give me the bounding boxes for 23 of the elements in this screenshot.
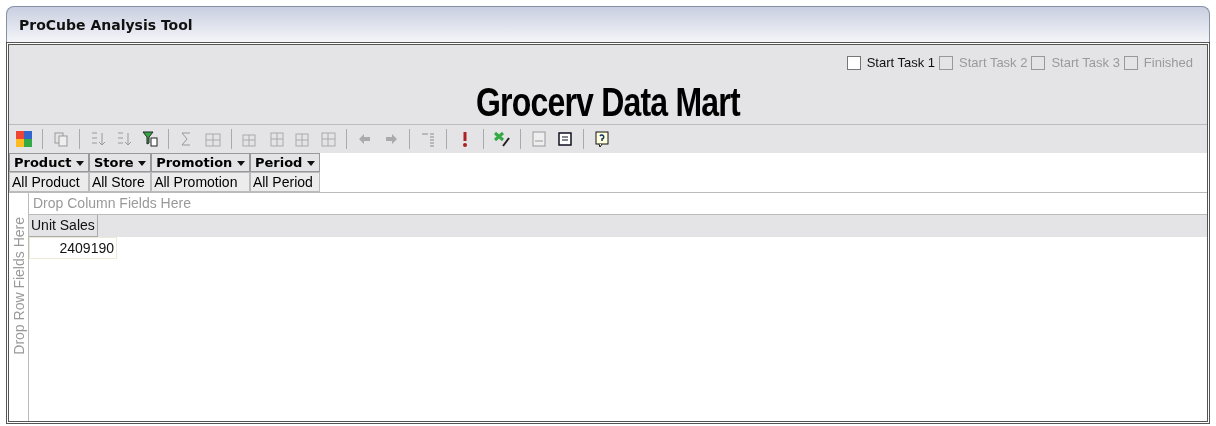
- window-title: ProCube Analysis Tool: [19, 16, 193, 33]
- dimension-dropdown[interactable]: Store: [88, 153, 152, 172]
- checkbox-label: Start Task 3: [1051, 55, 1120, 70]
- caret-icon: [236, 161, 245, 166]
- checkbox[interactable]: [846, 55, 861, 70]
- dimension-dropdown[interactable]: Promotion: [151, 153, 250, 172]
- dimension-member[interactable]: All Promotion: [151, 172, 250, 192]
- filter-icon[interactable]: [139, 128, 161, 150]
- dimension-dropdown[interactable]: Product: [9, 153, 89, 172]
- checkbox-label: Finished: [1143, 55, 1193, 70]
- dimension-member[interactable]: All Store: [88, 172, 152, 192]
- checkbox-label: Start Task 1: [866, 55, 936, 70]
- caret-icon: [75, 161, 84, 166]
- column-header: Unit Sales: [29, 215, 98, 237]
- caret-icon: [306, 161, 315, 166]
- table-cell: 2409190: [29, 237, 117, 259]
- caret-icon: [138, 161, 147, 166]
- dimension-member[interactable]: All Period: [249, 172, 320, 192]
- checkbox-label: Start Task 2: [959, 55, 1028, 70]
- page-title: Grocerv Data Mart: [476, 80, 740, 124]
- row-drop-zone: Drop Row Fields Here: [10, 217, 27, 355]
- dimension-dropdown[interactable]: Period: [249, 153, 320, 172]
- dimension-member[interactable]: All Product: [9, 172, 89, 192]
